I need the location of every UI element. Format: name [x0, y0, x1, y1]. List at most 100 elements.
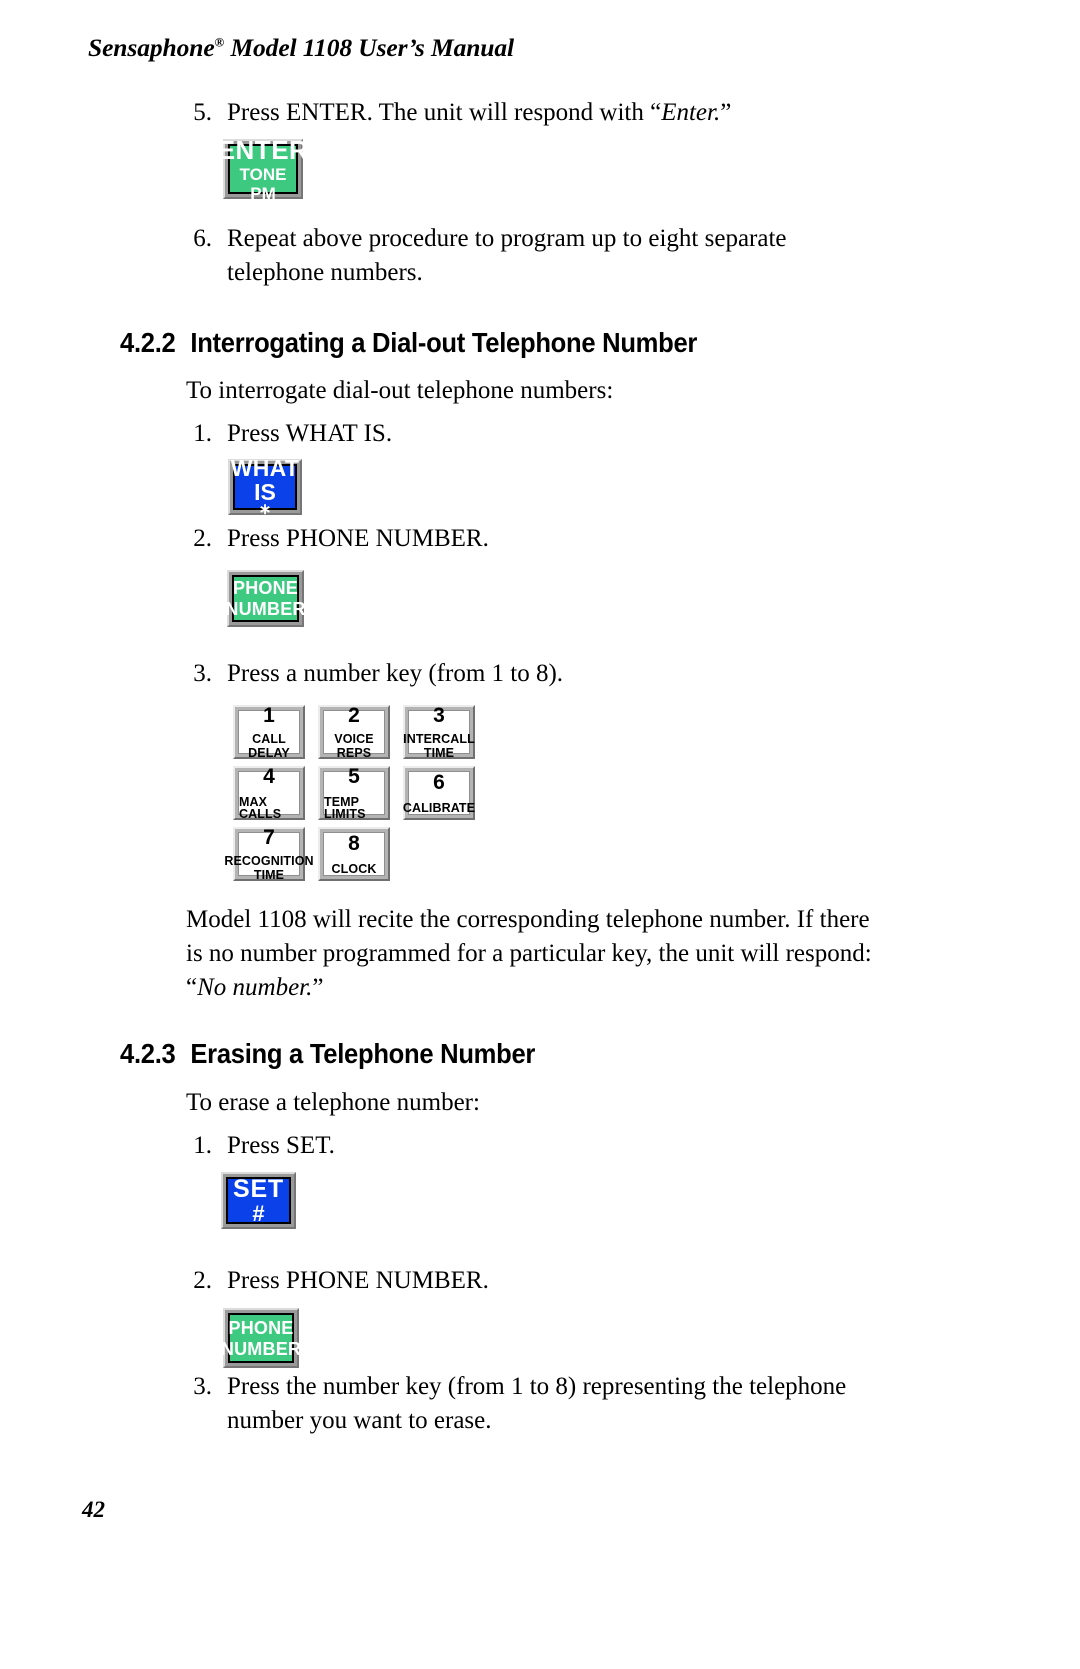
keycap-what-is-face: WHAT IS ∗ — [231, 457, 299, 518]
step-erase-1: 1. Press SET. — [170, 1129, 870, 1163]
paragraph-intro-422: To interrogate dial-out telephone number… — [186, 377, 614, 404]
keycap-number-3-digit: 3 — [433, 704, 445, 727]
keycap-number-8-label-line1: CLOCK — [331, 861, 377, 876]
keycap-number-4-digit: 4 — [263, 764, 275, 788]
keycap-number-4: 4 MAX CALLS — [233, 766, 305, 820]
keycap-number-3-label-line1: INTERCALL — [403, 732, 475, 746]
keycap-what-is-line1: WHAT — [230, 455, 300, 481]
step-5: 5. Press ENTER. The unit will respond wi… — [170, 96, 930, 130]
step-erase-1-number: 1. — [193, 1132, 212, 1159]
step-6: 6. Repeat above procedure to program up … — [170, 222, 870, 290]
step-interrogate-3-text: Press a number key (from 1 to 8). — [227, 660, 564, 687]
step-interrogate-1: 1. Press WHAT IS. — [170, 417, 870, 451]
keycap-set-face: SET # — [226, 1174, 291, 1226]
keycap-phone-number-1-line2: NUMBER — [225, 599, 306, 619]
heading-4-2-3: 4.2.3 Erasing a Telephone Number — [120, 1038, 535, 1070]
keycap-number-3-face: 3 INTERCALL TIME — [403, 705, 475, 759]
keycap-number-2-digit: 2 — [348, 704, 360, 727]
keycap-enter-line3: PM — [250, 183, 276, 203]
keycap-phone-number-2: PHONE NUMBER — [221, 1308, 301, 1368]
step-5-text-after: ” — [720, 99, 732, 126]
keycap-number-3-label-line2: TIME — [423, 745, 455, 760]
keycap-phone-number-1-line1: PHONE — [233, 578, 299, 598]
keycap-number-6-label-line1: CALIBRATE — [402, 800, 476, 815]
keycap-phone-number-2-face: PHONE NUMBER — [221, 1313, 301, 1363]
page-number: 42 — [82, 1497, 105, 1522]
keycap-number-1-label-line2: DELAY — [248, 745, 290, 760]
keycap-number-6-digit: 6 — [433, 770, 445, 794]
keycap-number-8-digit: 8 — [348, 831, 360, 855]
step-interrogate-1-text: Press WHAT IS. — [227, 420, 393, 447]
keycap-set: SET # — [221, 1172, 296, 1229]
keycap-enter-face: ENTER TONE PM — [218, 137, 308, 202]
keycap-set-line1: SET — [232, 1174, 285, 1203]
paragraph-recite-italic: No number. — [197, 974, 313, 1001]
paragraph-recite: Model 1108 will recite the corresponding… — [186, 903, 886, 1005]
keycap-number-6-face: 6 CALIBRATE — [403, 770, 475, 815]
step-6-text: Repeat above procedure to program up to … — [227, 225, 787, 286]
keycap-number-2: 2 VOICE REPS — [318, 705, 390, 759]
step-erase-3: 3. Press the number key (from 1 to 8) re… — [170, 1370, 900, 1438]
step-erase-2: 2. Press PHONE NUMBER. — [170, 1264, 870, 1298]
step-interrogate-2-number: 2. — [193, 525, 212, 552]
step-5-text: Press ENTER. The unit will respond with … — [227, 96, 930, 130]
keycap-number-8-face: 8 CLOCK — [323, 832, 385, 876]
keycap-phone-number-2-line2: NUMBER — [220, 1338, 302, 1359]
step-5-text-before: Press ENTER. The unit will respond with … — [227, 99, 662, 126]
heading-4-2-2-title: Interrogating a Dial-out Telephone Numbe… — [190, 327, 698, 358]
header-title-main: Sensaphone — [88, 33, 215, 62]
keycap-number-2-face: 2 VOICE REPS — [323, 705, 385, 759]
step-5-number: 5. — [193, 99, 212, 126]
keycap-number-7-face: 7 RECOGNITION TIME — [224, 827, 313, 881]
keycap-number-8: 8 CLOCK — [318, 827, 390, 881]
step-interrogate-3: 3. Press a number key (from 1 to 8). — [170, 657, 870, 691]
keycap-phone-number-1: PHONE NUMBER — [225, 570, 305, 627]
step-erase-2-number: 2. — [193, 1267, 212, 1294]
keycap-number-7-label-line2: TIME — [253, 867, 285, 882]
keycap-enter-line2: TONE — [239, 164, 287, 184]
keycap-number-4-label-line1: MAX CALLS — [239, 794, 282, 821]
keycap-number-2-label-line2: REPS — [336, 745, 372, 760]
keycap-number-1: 1 CALL DELAY — [233, 705, 305, 759]
keycap-number-5-face: 5 TEMP LIMITS — [323, 766, 385, 820]
step-interrogate-3-number: 3. — [193, 660, 212, 687]
header-title-rest: Model 1108 User’s Manual — [224, 33, 515, 62]
keycap-what-is: WHAT IS ∗ — [228, 457, 302, 518]
heading-4-2-2: 4.2.2 Interrogating a Dial-out Telephone … — [120, 327, 697, 359]
step-5-text-italic: Enter. — [661, 99, 721, 126]
keycap-number-1-digit: 1 — [263, 704, 275, 727]
keycap-number-7-digit: 7 — [263, 826, 275, 849]
manual-page: Sensaphone® Model 1108 User’s Manual 5. … — [0, 0, 1080, 1669]
step-erase-3-text: Press the number key (from 1 to 8) repre… — [227, 1373, 847, 1434]
paragraph-intro-423: To erase a telephone number: — [186, 1089, 480, 1116]
keycap-number-5: 5 TEMP LIMITS — [318, 766, 390, 820]
keycap-number-1-face: 1 CALL DELAY — [238, 705, 300, 759]
registered-trademark-icon: ® — [214, 34, 225, 50]
keycap-what-is-asterisk: ∗ — [258, 501, 272, 518]
keycap-phone-number-2-line1: PHONE — [228, 1317, 294, 1338]
paragraph-recite-after: ” — [312, 974, 324, 1001]
keycap-number-5-label-line1: TEMP LIMITS — [324, 794, 366, 821]
keycap-number-6: 6 CALIBRATE — [403, 766, 475, 820]
keycap-number-1-label-line1: CALL — [252, 732, 286, 746]
keycap-number-2-label-line1: VOICE — [334, 732, 374, 746]
keycap-set-line2: # — [252, 1200, 265, 1226]
keycap-number-5-digit: 5 — [348, 764, 360, 788]
step-interrogate-2: 2. Press PHONE NUMBER. — [170, 522, 870, 556]
step-interrogate-1-number: 1. — [193, 420, 212, 447]
running-header: Sensaphone® Model 1108 User’s Manual — [88, 33, 514, 63]
keycap-number-7-label-line1: RECOGNITION — [224, 854, 314, 868]
step-erase-3-number: 3. — [193, 1373, 212, 1400]
step-erase-2-text: Press PHONE NUMBER. — [227, 1267, 489, 1294]
heading-4-2-3-title: Erasing a Telephone Number — [190, 1038, 536, 1069]
heading-4-2-3-number: 4.2.3 — [120, 1038, 176, 1069]
step-6-number: 6. — [193, 225, 212, 252]
heading-4-2-2-number: 4.2.2 — [120, 327, 176, 358]
keycap-phone-number-1-face: PHONE NUMBER — [225, 575, 305, 622]
keycap-number-3: 3 INTERCALL TIME — [403, 705, 475, 759]
keycap-number-4-face: 4 MAX CALLS — [238, 766, 300, 820]
keycap-number-7: 7 RECOGNITION TIME — [224, 827, 314, 881]
step-erase-1-text: Press SET. — [227, 1132, 335, 1159]
keycap-enter-line1: ENTER — [217, 134, 309, 165]
step-interrogate-2-text: Press PHONE NUMBER. — [227, 525, 489, 552]
